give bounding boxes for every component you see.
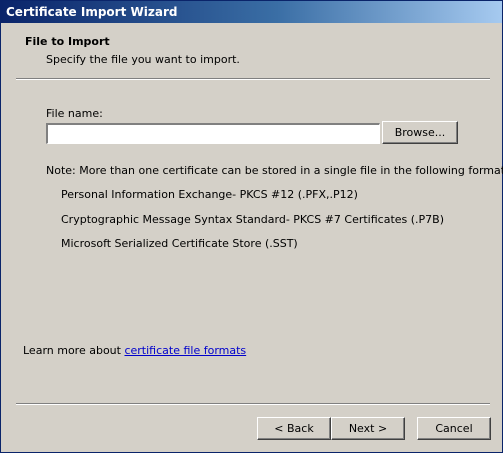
title-bar[interactable]: Certificate Import Wizard xyxy=(1,1,502,23)
file-name-label: File name: xyxy=(46,107,103,120)
browse-button[interactable]: Browse... xyxy=(382,121,458,144)
format-item-p7b: Cryptographic Message Syntax Standard- P… xyxy=(61,213,445,226)
certificate-file-formats-link[interactable]: certificate file formats xyxy=(124,344,246,357)
file-name-input[interactable] xyxy=(46,123,380,144)
certificate-import-wizard-window: Certificate Import Wizard File to Import… xyxy=(0,0,503,453)
wizard-header: File to Import Specify the file you want… xyxy=(1,23,502,78)
format-item-sst: Microsoft Serialized Certificate Store (… xyxy=(61,237,298,250)
window-title: Certificate Import Wizard xyxy=(6,5,178,19)
next-button[interactable]: Next > xyxy=(331,417,405,440)
format-item-pfx: Personal Information Exchange- PKCS #12 … xyxy=(61,188,358,201)
header-divider xyxy=(16,78,490,80)
footer-divider xyxy=(16,403,490,405)
formats-note: Note: More than one certificate can be s… xyxy=(46,164,503,177)
learn-more-text: Learn more about certificate file format… xyxy=(23,344,246,357)
cancel-button[interactable]: Cancel xyxy=(417,417,491,440)
page-title: File to Import xyxy=(25,35,110,48)
page-subtitle: Specify the file you want to import. xyxy=(46,53,240,66)
learn-more-prefix: Learn more about xyxy=(23,344,125,357)
back-button[interactable]: < Back xyxy=(257,417,331,440)
